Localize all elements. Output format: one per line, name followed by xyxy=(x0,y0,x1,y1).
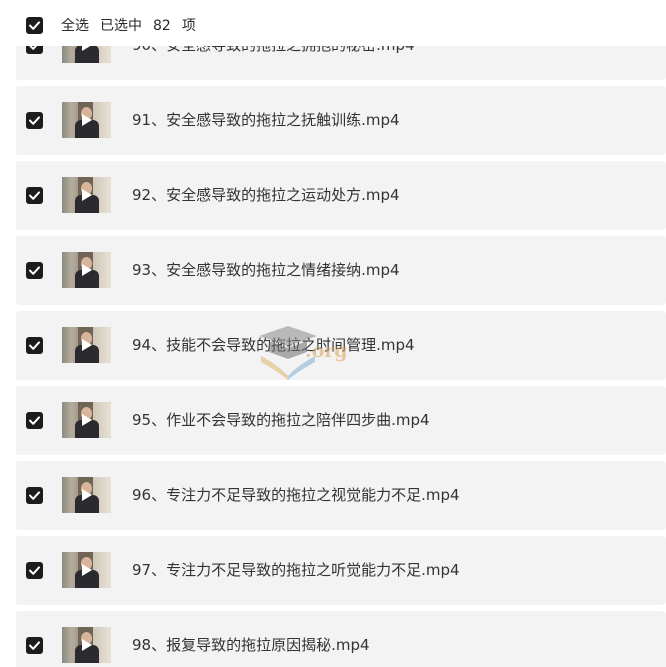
list-item[interactable]: 96、专注力不足导致的拖拉之视觉能力不足.mp4 xyxy=(16,461,666,530)
video-thumbnail[interactable] xyxy=(62,552,111,588)
selected-count: 82 xyxy=(153,18,171,34)
file-name[interactable]: 95、作业不会导致的拖拉之陪伴四步曲.mp4 xyxy=(132,410,430,430)
play-icon xyxy=(82,339,92,351)
video-thumbnail[interactable] xyxy=(62,102,111,138)
list-item[interactable]: 97、专注力不足导致的拖拉之听觉能力不足.mp4 xyxy=(16,536,666,605)
list-item[interactable]: 91、安全感导致的拖拉之抚触训练.mp4 xyxy=(16,86,666,155)
file-name[interactable]: 94、技能不会导致的拖拉之时间管理.mp4 xyxy=(132,335,415,355)
file-name[interactable]: 93、安全感导致的拖拉之情绪接纳.mp4 xyxy=(132,260,400,280)
file-name[interactable]: 96、专注力不足导致的拖拉之视觉能力不足.mp4 xyxy=(132,485,460,505)
file-name[interactable]: 98、报复导致的拖拉原因揭秘.mp4 xyxy=(132,635,370,655)
item-checkbox[interactable] xyxy=(26,637,43,654)
file-name[interactable]: 91、安全感导致的拖拉之抚触训练.mp4 xyxy=(132,110,400,130)
list-item[interactable]: 95、作业不会导致的拖拉之陪伴四步曲.mp4 xyxy=(16,386,666,455)
checkmark-icon xyxy=(29,641,40,650)
file-list-page: 90、安全感导致的拖拉之拥抱的秘密.mp491、安全感导致的拖拉之抚触训练.mp… xyxy=(0,0,666,667)
play-icon xyxy=(82,414,92,426)
selected-unit: 项 xyxy=(181,18,196,34)
item-checkbox[interactable] xyxy=(26,337,43,354)
selection-header: 全选 已选中 82 项 xyxy=(0,0,666,46)
list-item[interactable]: 92、安全感导致的拖拉之运动处方.mp4 xyxy=(16,161,666,230)
item-checkbox[interactable] xyxy=(26,187,43,204)
play-icon xyxy=(82,639,92,651)
item-checkbox[interactable] xyxy=(26,412,43,429)
select-all-checkbox[interactable] xyxy=(26,17,43,34)
video-thumbnail[interactable] xyxy=(62,327,111,363)
item-checkbox[interactable] xyxy=(26,262,43,279)
list-item[interactable]: 93、安全感导致的拖拉之情绪接纳.mp4 xyxy=(16,236,666,305)
item-checkbox[interactable] xyxy=(26,112,43,129)
checkmark-icon xyxy=(29,341,40,350)
item-checkbox[interactable] xyxy=(26,487,43,504)
checkmark-icon xyxy=(29,116,40,125)
select-all-label[interactable]: 全选 xyxy=(61,18,89,34)
item-checkbox[interactable] xyxy=(26,562,43,579)
list-item[interactable]: 94、技能不会导致的拖拉之时间管理.mp4 xyxy=(16,311,666,380)
selected-label: 已选中 xyxy=(100,18,142,34)
play-icon xyxy=(82,489,92,501)
video-thumbnail[interactable] xyxy=(62,477,111,513)
video-thumbnail[interactable] xyxy=(62,402,111,438)
checkmark-icon xyxy=(29,191,40,200)
play-icon xyxy=(82,564,92,576)
checkmark-icon xyxy=(29,21,40,30)
play-icon xyxy=(82,114,92,126)
selection-summary: 全选 已选中 82 项 xyxy=(61,16,207,36)
file-name[interactable]: 92、安全感导致的拖拉之运动处方.mp4 xyxy=(132,185,400,205)
checkmark-icon xyxy=(29,266,40,275)
list-item[interactable]: 98、报复导致的拖拉原因揭秘.mp4 xyxy=(16,611,666,667)
video-thumbnail[interactable] xyxy=(62,177,111,213)
video-thumbnail[interactable] xyxy=(62,627,111,663)
video-thumbnail[interactable] xyxy=(62,252,111,288)
checkmark-icon xyxy=(29,566,40,575)
play-icon xyxy=(82,189,92,201)
checkmark-icon xyxy=(29,491,40,500)
play-icon xyxy=(82,264,92,276)
checkmark-icon xyxy=(29,416,40,425)
file-name[interactable]: 97、专注力不足导致的拖拉之听觉能力不足.mp4 xyxy=(132,560,460,580)
